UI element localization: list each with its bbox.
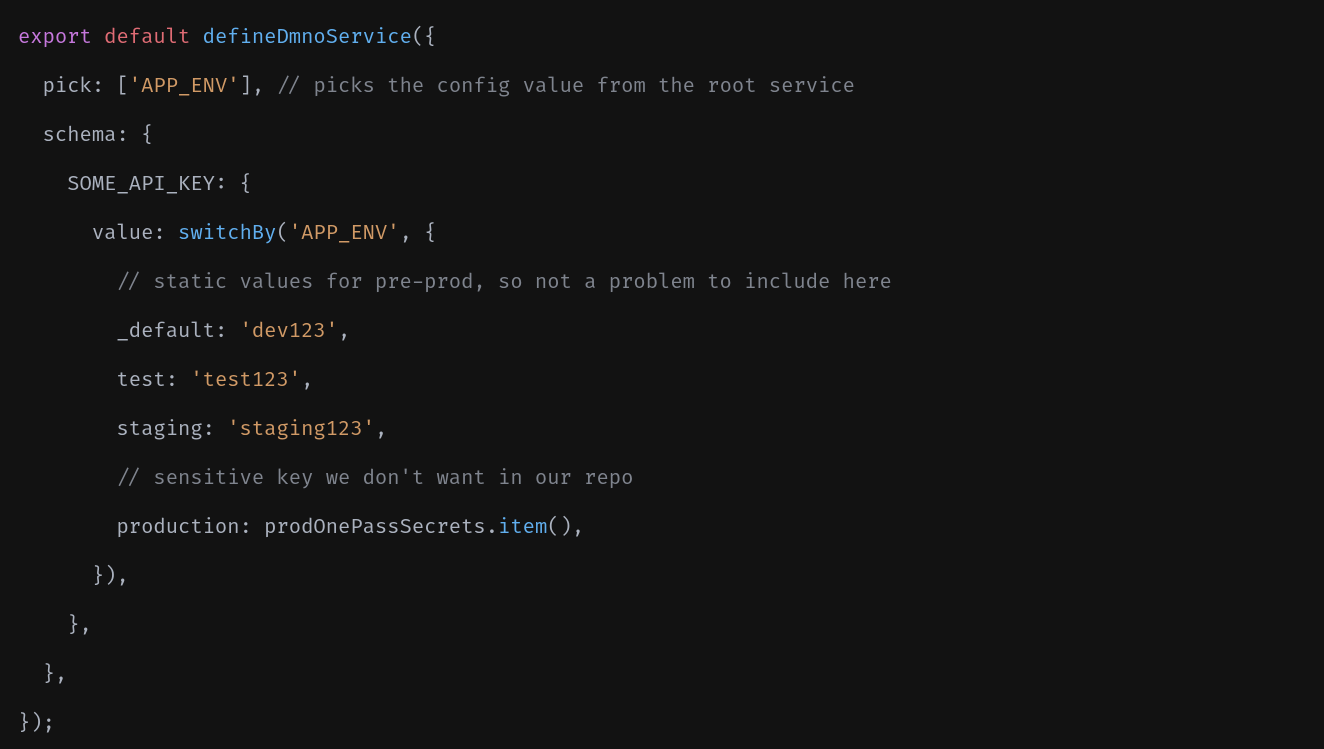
punct: : [ — [92, 75, 129, 99]
prop-test: test — [116, 369, 165, 393]
punct: ( — [277, 222, 289, 246]
comment: // picks the config value from the root … — [277, 75, 855, 99]
string-literal: 'APP_ENV' — [289, 222, 400, 246]
punct: }, — [67, 614, 92, 638]
prop-schema: schema — [43, 124, 117, 148]
punct: ], — [240, 75, 277, 99]
keyword-default: default — [104, 26, 190, 50]
prop-staging: staging — [116, 418, 202, 442]
string-literal: 'dev123' — [240, 320, 338, 344]
punct: : — [153, 222, 178, 246]
string-literal: 'test123' — [190, 369, 301, 393]
prop-pick: pick — [43, 75, 92, 99]
punct: : — [166, 369, 191, 393]
punct: , — [375, 418, 387, 442]
prop-production: production — [116, 516, 239, 540]
string-literal: 'APP_ENV' — [129, 75, 240, 99]
punct: : — [215, 320, 240, 344]
prop-default: _default — [116, 320, 214, 344]
punct: : — [203, 418, 228, 442]
dot: . — [486, 516, 498, 540]
prop-value: value — [92, 222, 154, 246]
punct: }); — [18, 712, 55, 736]
function-name: defineDmnoService — [203, 26, 412, 50]
punct: }), — [92, 565, 129, 589]
punct: : { — [116, 124, 153, 148]
punct: , { — [400, 222, 437, 246]
punct: ({ — [412, 26, 437, 50]
prop-api-key: SOME_API_KEY — [67, 173, 215, 197]
method-item: item — [498, 516, 547, 540]
punct: }, — [43, 663, 68, 687]
punct: : prodOnePassSecrets — [240, 516, 486, 540]
punct: , — [301, 369, 313, 393]
string-literal: 'staging123' — [227, 418, 375, 442]
function-switchby: switchBy — [178, 222, 276, 246]
comment: // static values for pre-prod, so not a … — [116, 271, 891, 295]
punct: (), — [547, 516, 584, 540]
code-block: export default defineDmnoService({ pick:… — [18, 14, 1306, 749]
comment: // sensitive key we don't want in our re… — [116, 467, 633, 491]
punct: : { — [215, 173, 252, 197]
keyword-export: export — [18, 26, 92, 50]
punct: , — [338, 320, 350, 344]
